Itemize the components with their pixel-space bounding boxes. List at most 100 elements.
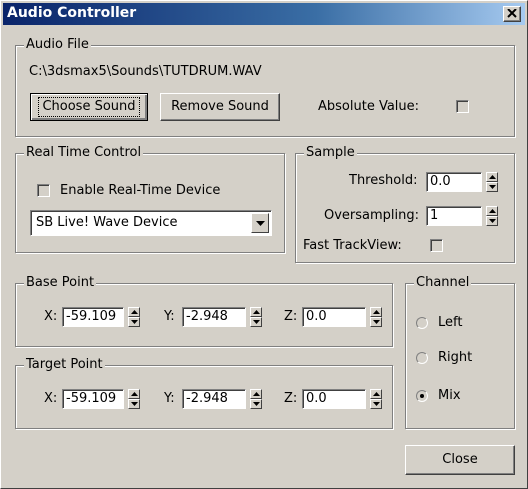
threshold-field[interactable]: 0.0	[426, 172, 482, 192]
target-point-group: Target Point X: -59.109 Y: -2.948 Z: 0.0	[15, 357, 393, 429]
threshold-label: Threshold:	[349, 173, 418, 188]
spin-up-button[interactable]	[370, 389, 382, 399]
base-y-spinner[interactable]	[250, 307, 262, 327]
real-time-control-group: Real Time Control Enable Real-Time Devic…	[15, 145, 285, 253]
channel-left-label: Left	[438, 315, 463, 330]
base-x-label: X:	[44, 309, 58, 324]
base-y-label: Y:	[164, 309, 175, 324]
oversampling-spinner[interactable]	[486, 206, 498, 226]
remove-sound-button[interactable]: Remove Sound	[160, 93, 280, 121]
threshold-spinner[interactable]	[486, 172, 498, 192]
target-x-field[interactable]: -59.109	[62, 389, 124, 409]
audio-file-group: Audio File C:\3dsmax5\Sounds\TUTDRUM.WAV…	[15, 37, 515, 137]
spinner-down-icon	[253, 402, 260, 406]
spin-down-button[interactable]	[486, 216, 498, 226]
base-z-spinner[interactable]	[370, 307, 382, 327]
base-point-legend: Base Point	[24, 275, 97, 291]
fast-trackview-checkbox[interactable]	[430, 239, 443, 252]
device-dropdown[interactable]: SB Live! Wave Device	[30, 210, 272, 236]
spinner-down-icon	[489, 185, 496, 189]
channel-mix-radio[interactable]	[416, 390, 428, 402]
spin-down-button[interactable]	[486, 182, 498, 192]
channel-right-label: Right	[438, 350, 473, 365]
target-y-field[interactable]: -2.948	[182, 389, 246, 409]
target-z-field[interactable]: 0.0	[302, 389, 366, 409]
spinner-up-icon	[373, 310, 380, 314]
base-point-group: Base Point X: -59.109 Y: -2.948 Z: 0.0	[15, 275, 393, 347]
spinner-down-icon	[489, 219, 496, 223]
channel-legend: Channel	[414, 275, 472, 291]
spinner-down-icon	[373, 320, 380, 324]
spin-down-button[interactable]	[250, 317, 262, 327]
base-x-field[interactable]: -59.109	[62, 307, 124, 327]
close-window-button[interactable]	[503, 6, 521, 22]
spin-up-button[interactable]	[128, 307, 140, 317]
title-bar: Audio Controller	[3, 3, 525, 25]
spinner-up-icon	[253, 310, 260, 314]
spinner-down-icon	[131, 402, 138, 406]
device-dropdown-button[interactable]	[251, 213, 269, 233]
audio-file-legend: Audio File	[24, 37, 91, 53]
spinner-up-icon	[253, 392, 260, 396]
channel-group: Channel Left Right Mix	[405, 275, 515, 429]
channel-left-radio[interactable]	[416, 317, 428, 329]
base-z-label: Z:	[284, 309, 298, 324]
spin-up-button[interactable]	[486, 172, 498, 182]
oversampling-label: Oversampling:	[324, 208, 420, 223]
base-z-value: 0.0	[306, 309, 327, 324]
fast-trackview-label: Fast TrackView:	[303, 238, 402, 253]
spin-down-button[interactable]	[370, 317, 382, 327]
target-y-spinner[interactable]	[250, 389, 262, 409]
spin-down-button[interactable]	[128, 399, 140, 409]
close-button[interactable]: Close	[405, 445, 515, 475]
audio-controller-dialog: Audio Controller Audio File C:\3dsmax5\S…	[0, 0, 528, 489]
spinner-up-icon	[131, 392, 138, 396]
device-dropdown-value: SB Live! Wave Device	[36, 215, 178, 230]
choose-sound-button[interactable]: Choose Sound	[30, 93, 148, 121]
spin-down-button[interactable]	[250, 399, 262, 409]
spinner-up-icon	[373, 392, 380, 396]
target-z-value: 0.0	[306, 391, 327, 406]
spin-down-button[interactable]	[370, 399, 382, 409]
target-point-legend: Target Point	[24, 357, 105, 373]
sample-group: Sample Threshold: 0.0 Oversampling: 1 Fa…	[295, 145, 515, 263]
enable-real-time-label: Enable Real-Time Device	[60, 183, 221, 198]
choose-sound-label: Choose Sound	[38, 97, 140, 117]
base-x-spinner[interactable]	[128, 307, 140, 327]
spin-up-button[interactable]	[370, 307, 382, 317]
base-y-field[interactable]: -2.948	[182, 307, 246, 327]
target-x-label: X:	[44, 391, 58, 406]
target-y-label: Y:	[164, 391, 175, 406]
base-z-field[interactable]: 0.0	[302, 307, 366, 327]
target-z-spinner[interactable]	[370, 389, 382, 409]
spinner-up-icon	[489, 209, 496, 213]
close-icon	[507, 9, 517, 18]
enable-real-time-checkbox[interactable]	[37, 184, 50, 197]
sample-legend: Sample	[304, 145, 357, 161]
window-title: Audio Controller	[7, 5, 137, 21]
base-x-value: -59.109	[66, 309, 117, 324]
target-y-value: -2.948	[186, 391, 228, 406]
real-time-control-legend: Real Time Control	[24, 145, 144, 161]
spinner-down-icon	[373, 402, 380, 406]
base-y-value: -2.948	[186, 309, 228, 324]
spin-down-button[interactable]	[128, 317, 140, 327]
spin-up-button[interactable]	[250, 307, 262, 317]
target-z-label: Z:	[284, 391, 298, 406]
spin-up-button[interactable]	[486, 206, 498, 216]
target-x-value: -59.109	[66, 391, 117, 406]
target-x-spinner[interactable]	[128, 389, 140, 409]
spinner-up-icon	[131, 310, 138, 314]
spinner-down-icon	[131, 320, 138, 324]
spin-up-button[interactable]	[128, 389, 140, 399]
radio-selected-dot	[420, 394, 424, 398]
audio-file-path: C:\3dsmax5\Sounds\TUTDRUM.WAV	[29, 64, 262, 79]
absolute-value-label: Absolute Value:	[318, 99, 420, 114]
channel-right-radio[interactable]	[416, 352, 428, 364]
spinner-down-icon	[253, 320, 260, 324]
absolute-value-checkbox[interactable]	[456, 100, 469, 113]
oversampling-field[interactable]: 1	[426, 206, 482, 226]
dropdown-arrow-icon	[256, 221, 265, 226]
oversampling-value: 1	[430, 208, 439, 223]
spin-up-button[interactable]	[250, 389, 262, 399]
